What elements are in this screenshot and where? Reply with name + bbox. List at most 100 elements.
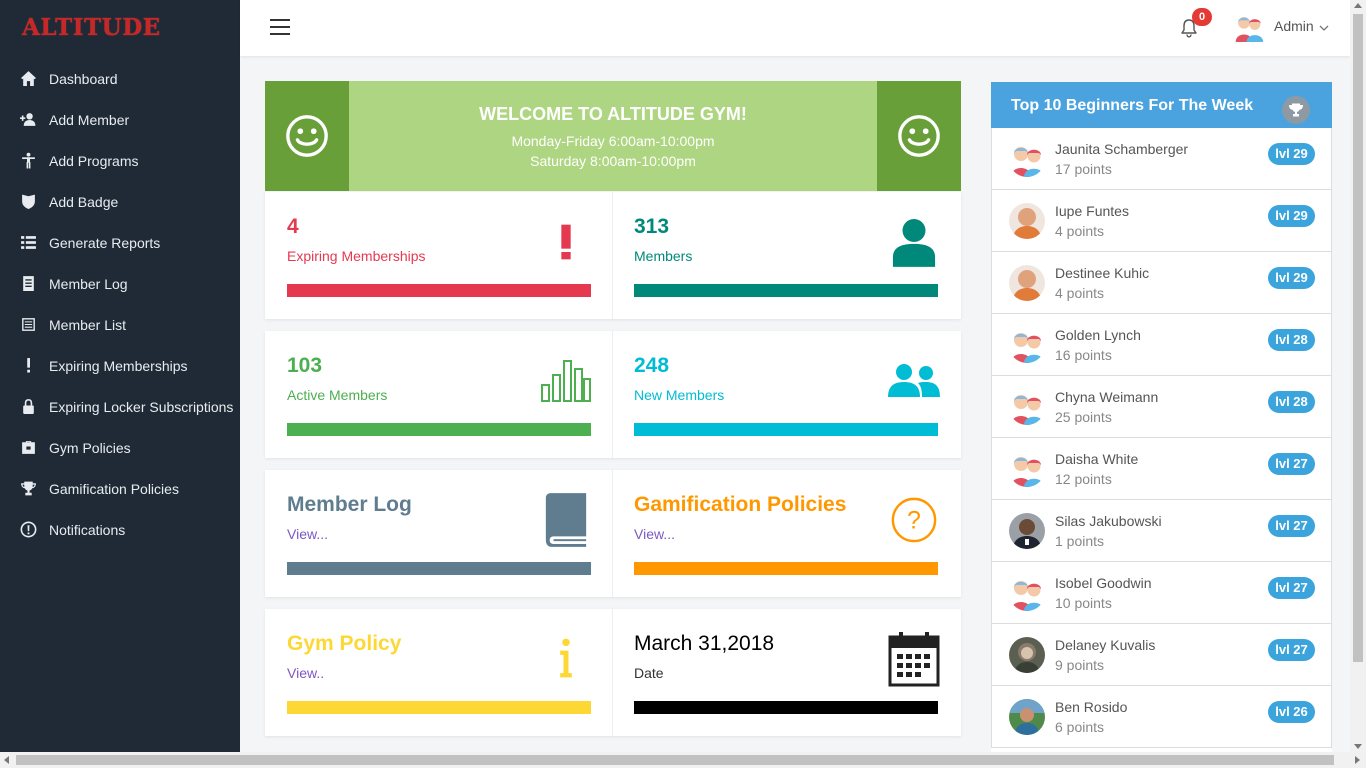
admin-avatar[interactable] [1234, 12, 1264, 42]
leaderboard-row[interactable]: Golden Lynch 16 points lvl 28 [992, 314, 1331, 376]
book-icon [540, 490, 592, 550]
leaderboard-row[interactable]: Daisha White 12 points lvl 27 [992, 438, 1331, 500]
leaderboard-row[interactable]: Ben Rosido 6 points lvl 26 [992, 686, 1331, 748]
leaderboard-row[interactable]: Iupe Funtes 4 points lvl 29 [992, 190, 1331, 252]
level-badge[interactable]: lvl 28 [1268, 329, 1315, 351]
shield-badge-icon [20, 193, 37, 210]
avatar [1009, 451, 1045, 487]
sidebar-item-label: Member Log [49, 275, 128, 292]
avatar [1009, 265, 1045, 301]
sidebar-item-label: Expiring Memberships [49, 357, 188, 374]
sidebar-item-gym-policies[interactable]: Gym Policies [0, 427, 240, 468]
horizontal-scrollbar[interactable] [0, 752, 1366, 768]
gym-policy-title: Gym Policy [287, 632, 402, 655]
svg-text:?: ? [907, 507, 921, 535]
date-label: Date [634, 665, 664, 681]
level-badge[interactable]: lvl 27 [1268, 515, 1315, 537]
sidebar-item-label: Add Member [49, 111, 130, 128]
sidebar-item-gamification-policies[interactable]: Gamification Policies [0, 468, 240, 509]
scroll-up-icon[interactable] [1354, 3, 1362, 8]
document-icon [20, 275, 37, 292]
scroll-right-icon[interactable] [1355, 756, 1360, 764]
active-members-card[interactable]: 103 Active Members [265, 331, 613, 458]
lock-icon [20, 398, 37, 415]
active-members-label: Active Members [287, 387, 388, 403]
horizontal-scroll-thumb[interactable] [16, 755, 1334, 765]
sidebar-item-label: Gym Policies [49, 439, 131, 456]
person-standing-icon [20, 152, 37, 169]
leaderboard-row[interactable]: Silas Jakubowski 1 points lvl 27 [992, 500, 1331, 562]
scroll-left-icon[interactable] [4, 756, 9, 764]
gamification-view-link[interactable]: View... [634, 526, 675, 542]
topbar: 0 Admin [240, 0, 1350, 56]
sidebar-item-label: Member List [49, 316, 127, 333]
hamburger-menu-icon[interactable] [270, 19, 290, 35]
vertical-scroll-thumb[interactable] [1353, 14, 1363, 662]
sidebar-item-add-programs[interactable]: Add Programs [0, 140, 240, 181]
sidebar-item-label: Add Programs [49, 152, 139, 169]
leaderboard-row[interactable]: Destinee Kuhic 4 points lvl 29 [992, 252, 1331, 314]
current-date: March 31,2018 [634, 632, 775, 655]
member-name: Iupe Funtes [1055, 203, 1129, 219]
member-points: 17 points [1055, 161, 1112, 177]
level-badge[interactable]: lvl 26 [1268, 701, 1315, 723]
member-log-card[interactable]: Member Log View... [265, 470, 613, 597]
sidebar-item-member-list[interactable]: Member List [0, 304, 240, 345]
member-points: 1 points [1055, 533, 1105, 549]
avatar [1009, 699, 1045, 735]
member-log-progress-bar [287, 562, 591, 575]
sidebar-item-notifications[interactable]: Notifications [0, 509, 240, 550]
sidebar-item-expiring-locker[interactable]: Expiring Locker Subscriptions [0, 386, 240, 427]
add-user-icon [20, 111, 37, 128]
sidebar-item-add-member[interactable]: Add Member [0, 99, 240, 140]
chevron-down-icon[interactable] [1319, 20, 1329, 31]
avatar [1009, 327, 1045, 363]
gamification-title: Gamification Policies [634, 493, 847, 516]
avatar [1009, 141, 1045, 177]
member-log-view-link[interactable]: View... [287, 526, 328, 542]
level-badge[interactable]: lvl 27 [1268, 639, 1315, 661]
admin-menu[interactable]: Admin [1274, 18, 1314, 34]
leaderboard-row[interactable]: Chyna Weimann 25 points lvl 28 [992, 376, 1331, 438]
avatar [1009, 203, 1045, 239]
level-badge[interactable]: lvl 27 [1268, 453, 1315, 475]
leaderboard-row[interactable]: Isobel Goodwin 10 points lvl 27 [992, 562, 1331, 624]
member-name: Isobel Goodwin [1055, 575, 1152, 591]
member-points: 12 points [1055, 471, 1112, 487]
avatar [1009, 389, 1045, 425]
notification-count-badge[interactable]: 0 [1192, 8, 1212, 26]
sidebar-item-expiring-memberships[interactable]: Expiring Memberships [0, 345, 240, 386]
gamification-policies-card[interactable]: Gamification Policies View... ? [612, 470, 960, 597]
leaderboard-row[interactable]: Jaunita Schamberger 17 points lvl 29 [992, 128, 1331, 190]
level-badge[interactable]: lvl 29 [1268, 143, 1315, 165]
app-logo[interactable]: ALTITUDE [0, 0, 240, 58]
expiring-label: Expiring Memberships [287, 248, 426, 264]
gym-policy-view-link[interactable]: View.. [287, 665, 324, 681]
members-card[interactable]: 313 Members [612, 192, 960, 319]
leaderboard-list: Jaunita Schamberger 17 points lvl 29 Iupe F… [991, 128, 1332, 748]
users-icon [888, 351, 940, 411]
gym-policy-card[interactable]: Gym Policy View.. [265, 609, 613, 736]
member-points: 10 points [1055, 595, 1112, 611]
sidebar-item-generate-reports[interactable]: Generate Reports [0, 222, 240, 263]
sidebar-item-add-badge[interactable]: Add Badge [0, 181, 240, 222]
sidebar-item-member-log[interactable]: Member Log [0, 263, 240, 304]
level-badge[interactable]: lvl 28 [1268, 391, 1315, 413]
weekday-hours: Monday-Friday 6:00am-10:00pm [511, 133, 715, 149]
sidebar-item-label: Notifications [49, 521, 126, 538]
member-name: Jaunita Schamberger [1055, 141, 1189, 157]
expiring-memberships-card[interactable]: 4 Expiring Memberships [265, 192, 613, 319]
vertical-scrollbar[interactable] [1350, 0, 1366, 752]
expiring-progress-bar [287, 284, 591, 297]
user-icon [888, 212, 940, 272]
home-icon [20, 70, 37, 87]
level-badge[interactable]: lvl 27 [1268, 577, 1315, 599]
scroll-down-icon[interactable] [1354, 744, 1362, 749]
level-badge[interactable]: lvl 29 [1268, 205, 1315, 227]
sidebar-item-dashboard[interactable]: Dashboard [0, 58, 240, 99]
new-members-count: 248 [634, 354, 670, 377]
level-badge[interactable]: lvl 29 [1268, 267, 1315, 289]
member-points: 9 points [1055, 657, 1105, 673]
leaderboard-row[interactable]: Delaney Kuvalis 9 points lvl 27 [992, 624, 1331, 686]
new-members-card[interactable]: 248 New Members [612, 331, 960, 458]
